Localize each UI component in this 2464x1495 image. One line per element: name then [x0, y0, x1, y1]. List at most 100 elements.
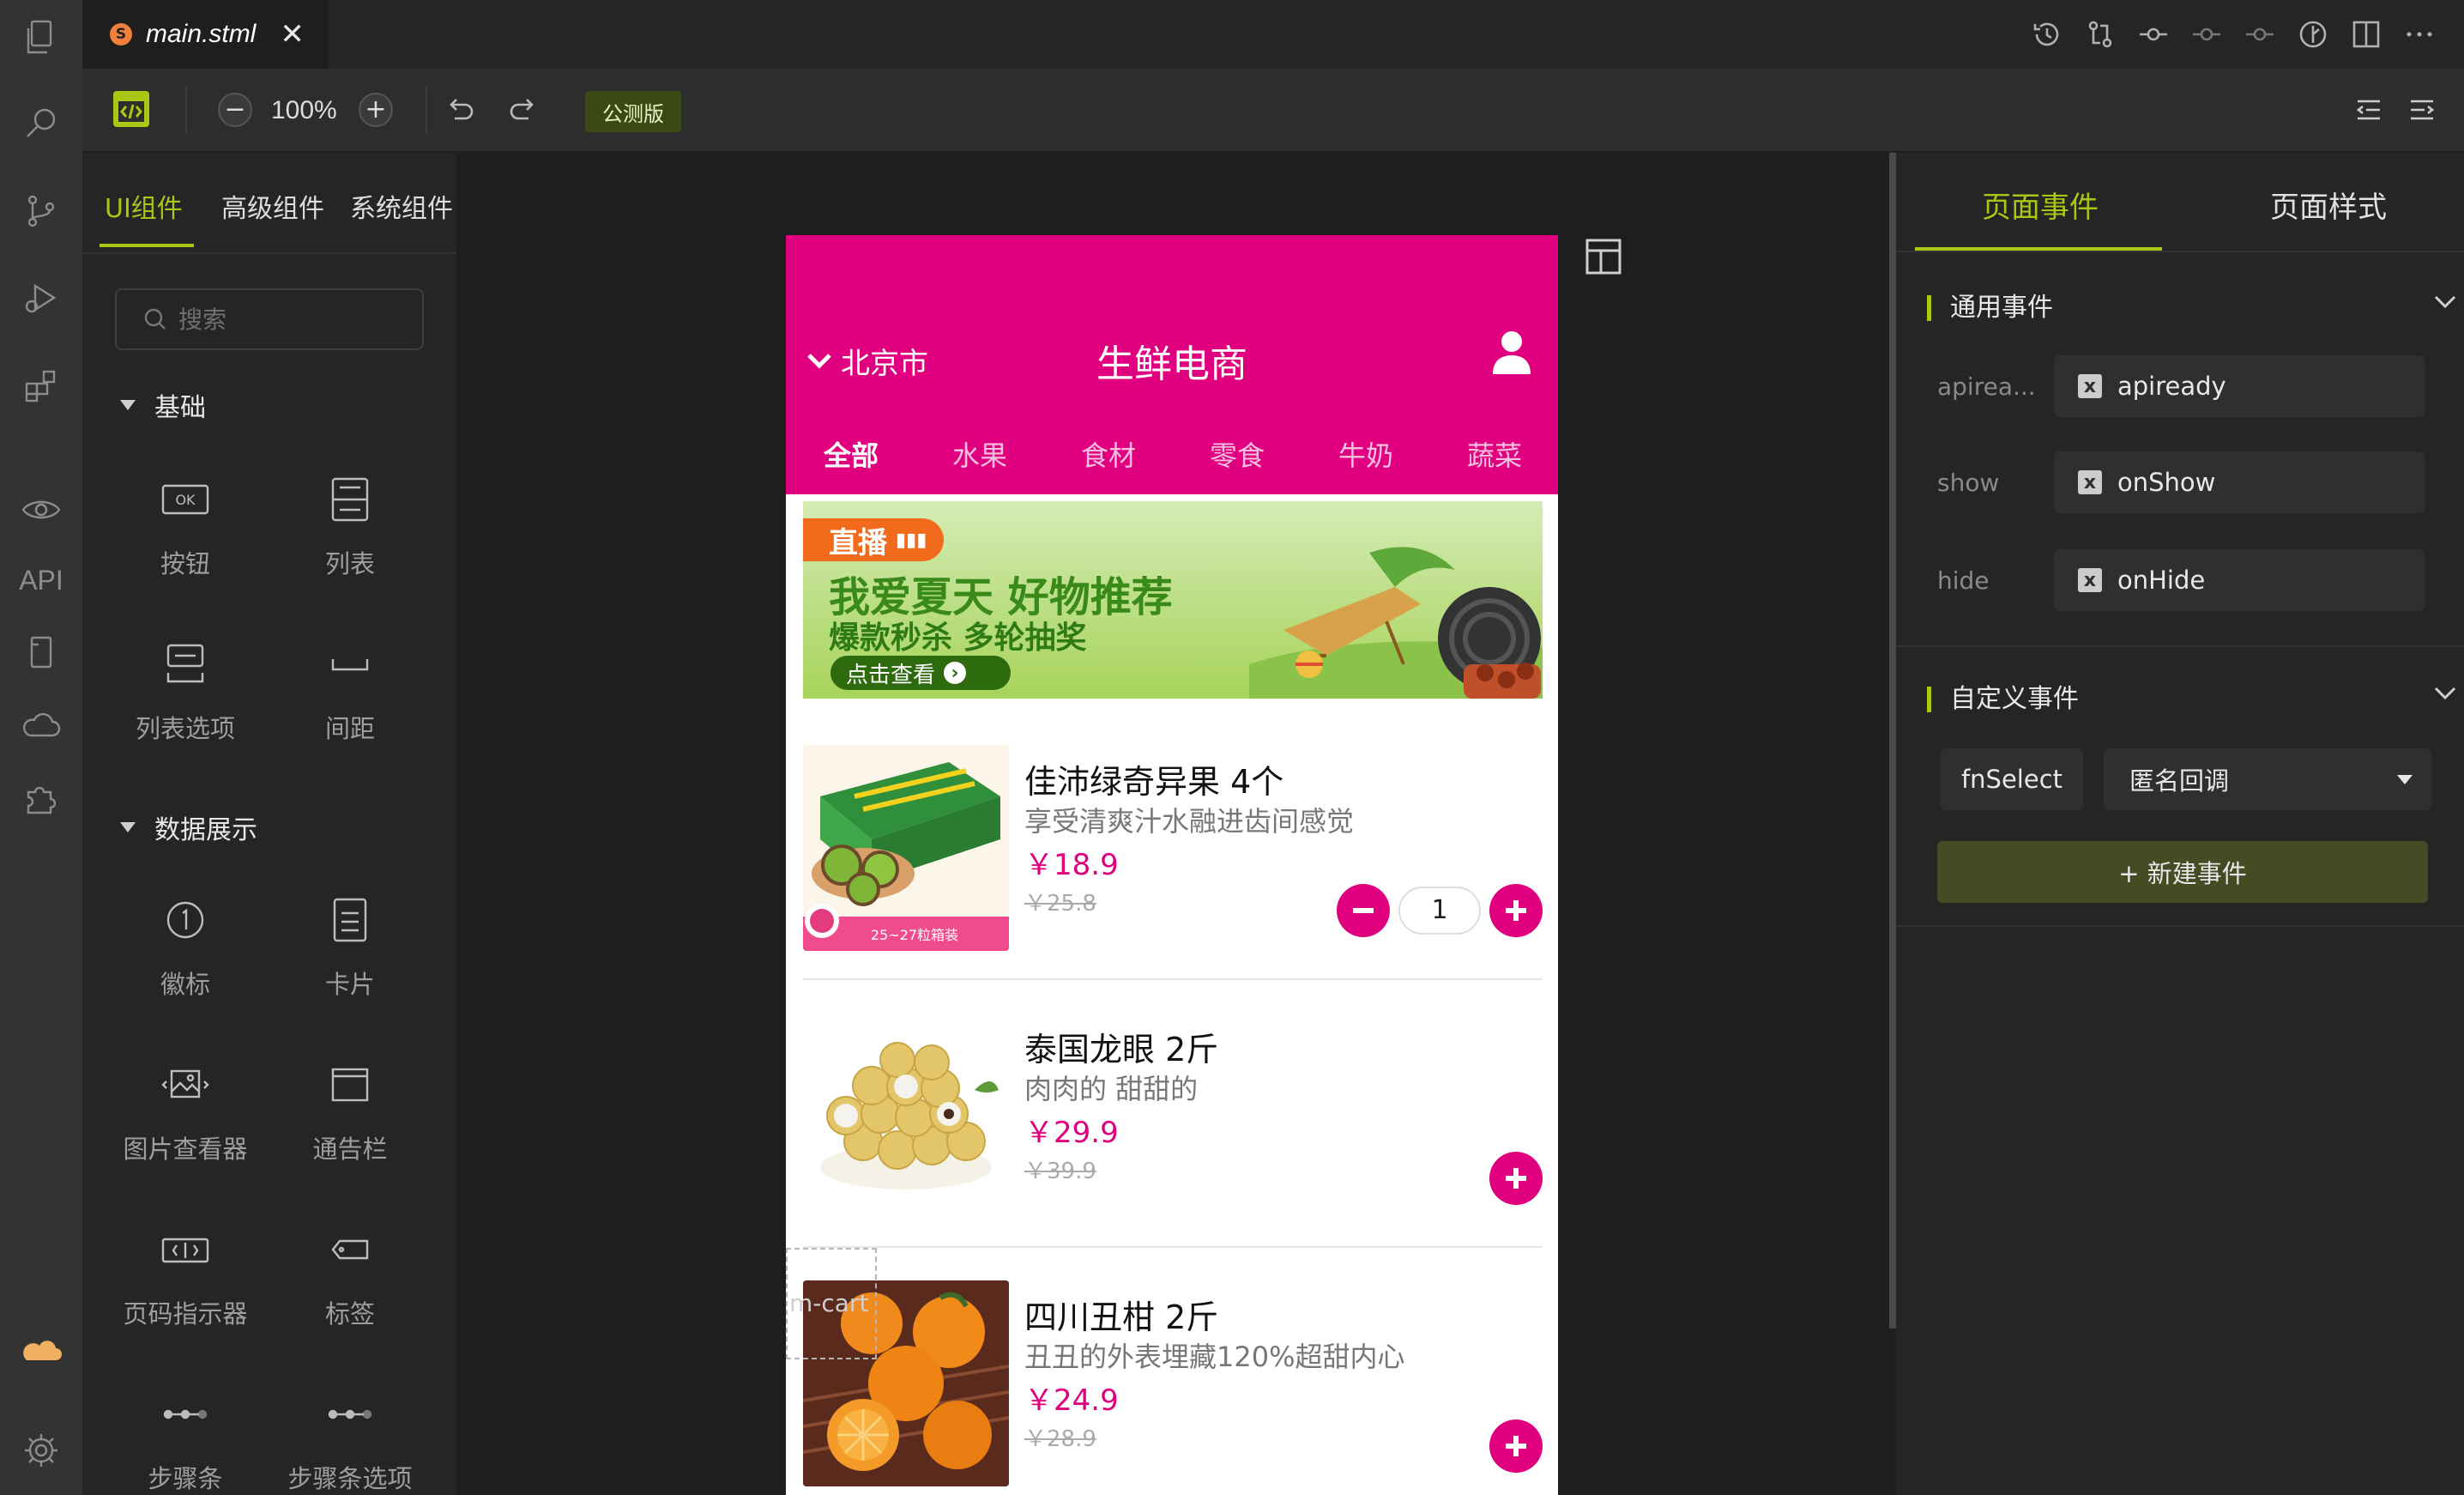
preview-icon[interactable]: [0, 475, 82, 544]
add-to-cart-button[interactable]: [1489, 1419, 1543, 1473]
app-title: 生鲜电商: [1096, 342, 1247, 386]
tab-page-styles[interactable]: 页面样式: [2270, 184, 2387, 226]
settings-icon[interactable]: [0, 1416, 82, 1485]
component-button[interactable]: OK 按钮: [103, 474, 268, 580]
search-input[interactable]: [178, 305, 393, 334]
component-label: 间距: [324, 714, 375, 743]
category-tab-milk[interactable]: 牛奶: [1338, 434, 1393, 474]
zoom-out-button[interactable]: −: [218, 93, 252, 127]
close-icon[interactable]: ✕: [280, 17, 305, 51]
cloud-icon[interactable]: [0, 692, 82, 760]
increase-quantity-button[interactable]: [1489, 884, 1543, 937]
tab-system-components[interactable]: 系统组件: [350, 187, 453, 225]
api-icon[interactable]: API: [0, 546, 82, 614]
category-tab-snacks[interactable]: 零食: [1210, 434, 1265, 474]
previous-commit-icon[interactable]: [2189, 17, 2224, 51]
redo-icon[interactable]: [506, 93, 541, 127]
tab-advanced-components[interactable]: 高级组件: [221, 187, 324, 225]
component-steps[interactable]: 步骤条: [103, 1389, 268, 1495]
category-tab-fruit[interactable]: 水果: [952, 434, 1007, 474]
extensions-icon[interactable]: [0, 352, 82, 421]
category-tab-ingredients[interactable]: 食材: [1081, 434, 1136, 474]
divider: [82, 252, 456, 254]
chevron-down-icon[interactable]: [2433, 294, 2457, 311]
run-debug-icon[interactable]: [0, 264, 82, 333]
collapse-left-icon[interactable]: [2351, 93, 2385, 127]
promo-banner[interactable]: 直播 ▮▮▮ 我爱夏天 好物推荐 爆款秒杀 多轮抽奖 点击查看 ›: [803, 501, 1543, 699]
component-notice-bar[interactable]: 通告栏: [268, 1059, 432, 1165]
product-name: 四川丑柑 2斤: [1024, 1298, 1219, 1336]
plus-icon: [1506, 900, 1526, 921]
files-icon[interactable]: [0, 3, 82, 72]
event-handler-hide[interactable]: x onHide: [2054, 549, 2425, 611]
history-icon[interactable]: [2030, 17, 2064, 51]
product-card[interactable]: 25~27粒箱装 佳沛绿奇异果 4个 享受清爽汁水融进齿间感觉 ￥18.9 ￥2…: [786, 712, 1558, 980]
product-original-price: ￥39.9: [1024, 1159, 1096, 1184]
banner-view-button[interactable]: 点击查看 ›: [830, 656, 1011, 690]
section-basic[interactable]: 基础: [120, 386, 206, 424]
add-to-cart-button[interactable]: [1489, 1152, 1543, 1205]
collapse-right-icon[interactable]: [2406, 93, 2440, 127]
component-card[interactable]: 卡片: [268, 894, 432, 1001]
layout-icon[interactable]: [1582, 235, 1625, 278]
plus-icon: [1506, 1436, 1526, 1456]
component-tag[interactable]: 标签: [268, 1224, 432, 1330]
component-step-item[interactable]: 步骤条选项: [268, 1389, 432, 1495]
device-icon[interactable]: [0, 618, 82, 687]
new-event-button[interactable]: + 新建事件: [1937, 841, 2428, 903]
search-icon[interactable]: [0, 89, 82, 158]
event-handler-show[interactable]: x onShow: [2054, 451, 2425, 513]
next-commit-icon[interactable]: [2243, 17, 2277, 51]
zoom-in-button[interactable]: +: [359, 93, 393, 127]
component-panel: UI组件 高级组件 系统组件 基础 OK 按钮 列表 列表选项 间距 数据展示 …: [82, 153, 456, 1495]
chevron-down-icon[interactable]: [2433, 685, 2457, 702]
component-list-item[interactable]: 列表选项: [103, 639, 268, 745]
selection-overlay[interactable]: m-cart: [786, 1248, 877, 1359]
custom-event-handler-select[interactable]: 匿名回调: [2104, 748, 2431, 810]
code-view-icon[interactable]: [112, 89, 151, 129]
badge-component-icon: [166, 901, 204, 939]
section-data-display[interactable]: 数据展示: [120, 808, 257, 846]
source-control-icon[interactable]: [0, 177, 82, 245]
card-component-icon: [333, 898, 367, 942]
category-tab-all[interactable]: 全部: [824, 434, 879, 474]
section-title: 数据展示: [154, 815, 257, 845]
product-image: [803, 1013, 1009, 1219]
quantity-value[interactable]: 1: [1398, 887, 1481, 935]
editor-tab-main[interactable]: S main.stml ✕: [82, 0, 328, 69]
commit-icon[interactable]: [2136, 17, 2171, 51]
plus-icon: [1506, 1168, 1526, 1189]
tab-page-events[interactable]: 页面事件: [1982, 184, 2099, 226]
product-card[interactable]: m-cart 四川丑柑 2斤 丑丑的外表埋藏120%超甜内心 ￥24.9 ￥28…: [786, 1248, 1558, 1495]
component-pagination-indicator[interactable]: 页码指示器: [103, 1224, 268, 1330]
cloud-badge-icon[interactable]: [0, 1318, 82, 1387]
compare-changes-icon[interactable]: [2083, 17, 2117, 51]
app-header: 北京市 生鲜电商 全部 水果 食材 零食 牛奶 蔬菜: [786, 235, 1558, 494]
component-label: 通告栏: [312, 1135, 388, 1164]
split-editor-icon[interactable]: [2349, 17, 2383, 51]
event-handler-apiready[interactable]: x apiready: [2054, 355, 2425, 417]
component-label: 列表: [324, 549, 375, 578]
tag-component-icon: [331, 1239, 369, 1260]
component-spacing[interactable]: 间距: [268, 639, 432, 745]
category-tab-vegetables[interactable]: 蔬菜: [1467, 434, 1522, 474]
component-badge[interactable]: 徽标: [103, 894, 268, 1001]
custom-event-name-field[interactable]: fnSelect: [1941, 748, 2083, 810]
undo-icon[interactable]: [443, 93, 477, 127]
component-list[interactable]: 列表: [268, 474, 432, 580]
tab-ui-components[interactable]: UI组件: [105, 187, 183, 225]
caret-down-icon: [2397, 775, 2413, 784]
caret-down-icon: [120, 400, 136, 410]
decrease-quantity-button[interactable]: [1337, 884, 1390, 937]
canvas-scrollbar[interactable]: [1889, 153, 1896, 1329]
timeline-icon[interactable]: [2296, 17, 2330, 51]
function-icon: x: [2078, 470, 2102, 494]
product-name: 泰国龙眼 2斤: [1024, 1031, 1219, 1068]
phone-preview[interactable]: 北京市 生鲜电商 全部 水果 食材 零食 牛奶 蔬菜 直播 ▮▮▮ 我爱夏天 好物…: [786, 235, 1558, 1495]
component-search: [115, 288, 424, 350]
product-card[interactable]: 泰国龙眼 2斤 肉肉的 甜甜的 ￥29.9 ￥39.9: [786, 980, 1558, 1248]
plugin-icon[interactable]: [0, 764, 82, 832]
more-actions-icon[interactable]: [2402, 17, 2437, 51]
component-image-viewer[interactable]: 图片查看器: [103, 1059, 268, 1165]
user-icon[interactable]: [1489, 328, 1534, 376]
